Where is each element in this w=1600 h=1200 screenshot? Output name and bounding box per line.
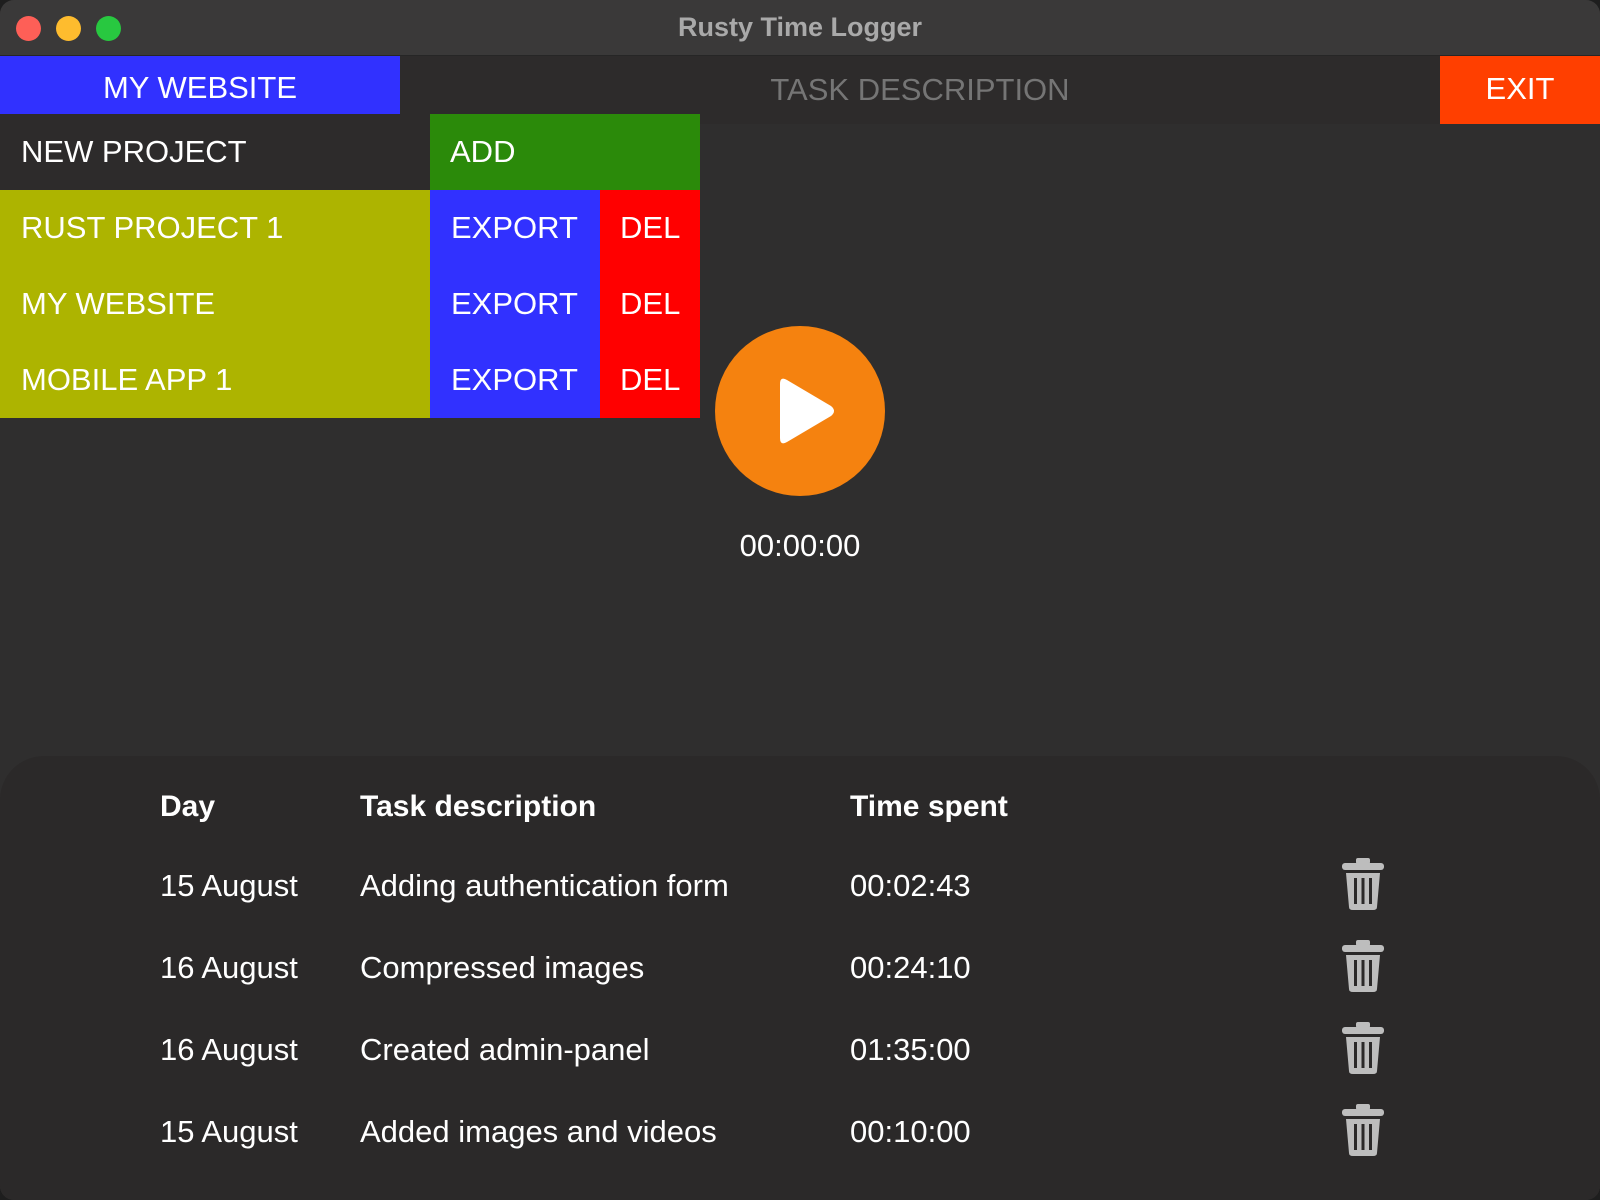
row-day: 15 August bbox=[160, 868, 298, 903]
table-row: 16 August Compressed images 00:24:10 bbox=[0, 940, 1600, 1028]
row-time: 00:10:00 bbox=[850, 1114, 971, 1149]
row-description: Created admin-panel bbox=[360, 1032, 650, 1067]
new-project-row: NEW PROJECT ADD bbox=[0, 114, 700, 190]
export-button[interactable]: EXPORT bbox=[430, 190, 600, 266]
new-project-input[interactable]: NEW PROJECT bbox=[0, 114, 430, 190]
row-time: 00:24:10 bbox=[850, 950, 971, 985]
delete-project-button[interactable]: DEL bbox=[600, 266, 700, 342]
project-name[interactable]: MOBILE APP 1 bbox=[0, 342, 430, 418]
log-table-header: Day Task description Time spent bbox=[0, 790, 1600, 834]
exit-button[interactable]: EXIT bbox=[1440, 56, 1600, 124]
trash-icon[interactable] bbox=[1340, 1022, 1386, 1074]
row-day: 15 August bbox=[160, 1114, 298, 1149]
export-button[interactable]: EXPORT bbox=[430, 342, 600, 418]
title-bar: Rusty Time Logger bbox=[0, 0, 1600, 56]
header-time-spent: Time spent bbox=[850, 790, 1008, 823]
project-row: MOBILE APP 1 EXPORT DEL bbox=[0, 342, 700, 418]
log-table-body: 15 August Adding authentication form 00:… bbox=[0, 858, 1600, 1192]
app-window: Rusty Time Logger MY WEBSITE EXIT NEW PR… bbox=[0, 0, 1600, 1200]
row-time: 00:02:43 bbox=[850, 868, 971, 903]
project-row: RUST PROJECT 1 EXPORT DEL bbox=[0, 190, 700, 266]
project-name[interactable]: MY WEBSITE bbox=[0, 266, 430, 342]
row-time: 01:35:00 bbox=[850, 1032, 971, 1067]
row-description: Compressed images bbox=[360, 950, 645, 985]
project-row: MY WEBSITE EXPORT DEL bbox=[0, 266, 700, 342]
row-description: Added images and videos bbox=[360, 1114, 717, 1149]
delete-project-button[interactable]: DEL bbox=[600, 190, 700, 266]
delete-project-button[interactable]: DEL bbox=[600, 342, 700, 418]
table-row: 15 August Adding authentication form 00:… bbox=[0, 858, 1600, 946]
export-button[interactable]: EXPORT bbox=[430, 266, 600, 342]
add-project-button[interactable]: ADD bbox=[430, 114, 700, 190]
header-task-description: Task description bbox=[360, 790, 597, 823]
project-name[interactable]: RUST PROJECT 1 bbox=[0, 190, 430, 266]
play-button[interactable] bbox=[715, 326, 885, 496]
trash-icon[interactable] bbox=[1340, 858, 1386, 910]
current-project-label: MY WEBSITE bbox=[0, 56, 400, 114]
row-day: 16 August bbox=[160, 1032, 298, 1067]
window-title: Rusty Time Logger bbox=[677, 12, 923, 42]
row-day: 16 August bbox=[160, 950, 298, 985]
header-day: Day bbox=[160, 790, 216, 823]
project-list: RUST PROJECT 1 EXPORT DEL MY WEBSITE EXP… bbox=[0, 190, 700, 418]
timer-display: 00:00:00 bbox=[739, 528, 861, 563]
trash-icon[interactable] bbox=[1340, 940, 1386, 992]
play-icon bbox=[780, 378, 834, 444]
table-row: 16 August Created admin-panel 01:35:00 bbox=[0, 1022, 1600, 1110]
trash-icon[interactable] bbox=[1340, 1104, 1386, 1156]
time-log-panel: Day Task description Time spent 15 Augus… bbox=[0, 756, 1600, 1200]
table-row: 15 August Added images and videos 00:10:… bbox=[0, 1104, 1600, 1192]
row-description: Adding authentication form bbox=[360, 868, 729, 903]
app-content: MY WEBSITE EXIT NEW PROJECT ADD RUST PRO… bbox=[0, 56, 1600, 1200]
